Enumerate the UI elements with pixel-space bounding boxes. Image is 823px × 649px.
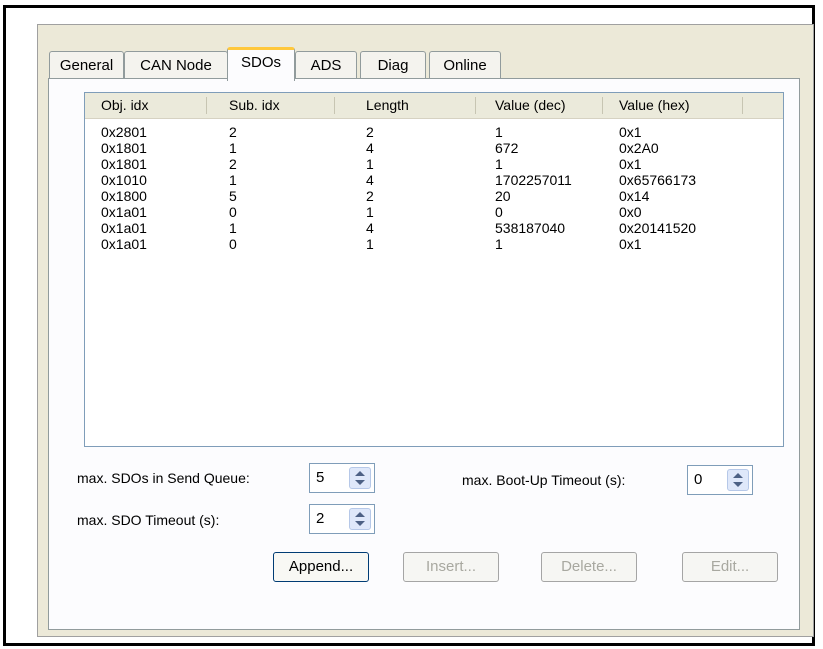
tab-diag[interactable]: Diag [360, 51, 426, 79]
table-cell: 0 [495, 204, 503, 220]
tab-can-node[interactable]: CAN Node [124, 51, 228, 79]
column-separator[interactable] [602, 97, 603, 114]
table-row[interactable]: 0x2801 2 2 1 0x1 [85, 124, 783, 140]
delete-button[interactable]: Delete... [541, 552, 637, 582]
column-header-value-dec[interactable]: Value (dec) [495, 93, 566, 118]
table-row[interactable]: 0x1010 1 4 1702257011 0x65766173 [85, 172, 783, 188]
table-row[interactable]: 0x1800 5 2 20 0x14 [85, 188, 783, 204]
max-sdos-value: 5 [316, 469, 325, 486]
sdos-panel: Obj. idx Sub. idx Length Value (dec) Val… [48, 78, 800, 630]
max-timeout-value: 2 [316, 510, 325, 527]
table-row[interactable]: 0x1801 2 1 1 0x1 [85, 156, 783, 172]
table-cell: 1 [366, 236, 374, 252]
max-sdos-spinner[interactable]: 5 [309, 463, 375, 493]
table-row[interactable]: 0x1a01 1 4 538187040 0x20141520 [85, 220, 783, 236]
table-cell: 4 [366, 220, 374, 236]
column-header-obj-idx[interactable]: Obj. idx [101, 93, 148, 118]
table-cell: 2 [366, 188, 374, 204]
table-cell: 0x1801 [101, 140, 147, 156]
table-cell: 538187040 [495, 220, 566, 236]
column-header-value-hex[interactable]: Value (hex) [619, 93, 690, 118]
tab-ads[interactable]: ADS [295, 51, 357, 79]
table-cell: 1 [366, 204, 374, 220]
spin-arrows-icon[interactable] [349, 508, 371, 530]
column-header-length[interactable]: Length [366, 93, 409, 118]
table-cell: 0x1a01 [101, 220, 147, 236]
table-cell: 20 [495, 188, 511, 204]
table-cell: 2 [229, 124, 237, 140]
table-cell: 0 [229, 236, 237, 252]
table-cell: 0x1a01 [101, 204, 147, 220]
table-cell: 0x1 [619, 124, 642, 140]
insert-button[interactable]: Insert... [403, 552, 499, 582]
column-header-sub-idx[interactable]: Sub. idx [229, 93, 280, 118]
max-timeout-label: max. SDO Timeout (s): [77, 512, 220, 528]
column-separator[interactable] [334, 97, 335, 114]
table-row[interactable]: 0x1a01 0 1 0 0x0 [85, 204, 783, 220]
append-button[interactable]: Append... [273, 552, 369, 582]
table-cell: 0 [229, 204, 237, 220]
column-separator[interactable] [206, 97, 207, 114]
table-cell: 0x1 [619, 236, 642, 252]
table-cell: 0x1 [619, 156, 642, 172]
table-cell: 1 [229, 140, 237, 156]
table-cell: 1 [495, 124, 503, 140]
table-cell: 0x2A0 [619, 140, 659, 156]
table-cell: 0x20141520 [619, 220, 697, 236]
max-timeout-spinner[interactable]: 2 [309, 504, 375, 534]
bootup-timeout-label: max. Boot-Up Timeout (s): [462, 472, 626, 488]
table-row[interactable]: 0x1a01 0 1 1 0x1 [85, 236, 783, 252]
table-cell: 0x1800 [101, 188, 147, 204]
table-cell: 0x65766173 [619, 172, 697, 188]
tab-sdos[interactable]: SDOs [227, 47, 295, 81]
table-row[interactable]: 0x1801 1 4 672 0x2A0 [85, 140, 783, 156]
bootup-timeout-value: 0 [694, 471, 703, 488]
edit-button[interactable]: Edit... [682, 552, 778, 582]
max-sdos-label: max. SDOs in Send Queue: [77, 470, 250, 486]
table-cell: 0x2801 [101, 124, 147, 140]
tab-online[interactable]: Online [429, 51, 501, 79]
sdo-list[interactable]: Obj. idx Sub. idx Length Value (dec) Val… [84, 92, 784, 447]
column-separator[interactable] [475, 97, 476, 114]
table-cell: 1 [229, 172, 237, 188]
table-cell: 0x14 [619, 188, 650, 204]
table-cell: 0x0 [619, 204, 642, 220]
table-cell: 1 [495, 156, 503, 172]
spin-arrows-icon[interactable] [727, 469, 749, 491]
properties-dialog: General CAN Node SDOs ADS Diag Online Ob… [37, 24, 814, 637]
bootup-timeout-spinner[interactable]: 0 [687, 465, 753, 495]
table-cell: 4 [366, 140, 374, 156]
table-cell: 0x1010 [101, 172, 147, 188]
figure-frame: General CAN Node SDOs ADS Diag Online Ob… [3, 5, 815, 646]
table-cell: 2 [229, 156, 237, 172]
table-cell: 672 [495, 140, 519, 156]
sdo-list-header: Obj. idx Sub. idx Length Value (dec) Val… [85, 93, 783, 119]
table-cell: 0x1a01 [101, 236, 147, 252]
table-cell: 4 [366, 172, 374, 188]
column-separator[interactable] [742, 97, 743, 114]
table-cell: 1 [229, 220, 237, 236]
tab-general[interactable]: General [49, 51, 124, 79]
table-cell: 1 [495, 236, 503, 252]
table-cell: 1702257011 [495, 172, 572, 188]
spin-arrows-icon[interactable] [349, 467, 371, 489]
table-cell: 5 [229, 188, 237, 204]
table-cell: 2 [366, 124, 374, 140]
table-cell: 0x1801 [101, 156, 147, 172]
table-cell: 1 [366, 156, 374, 172]
